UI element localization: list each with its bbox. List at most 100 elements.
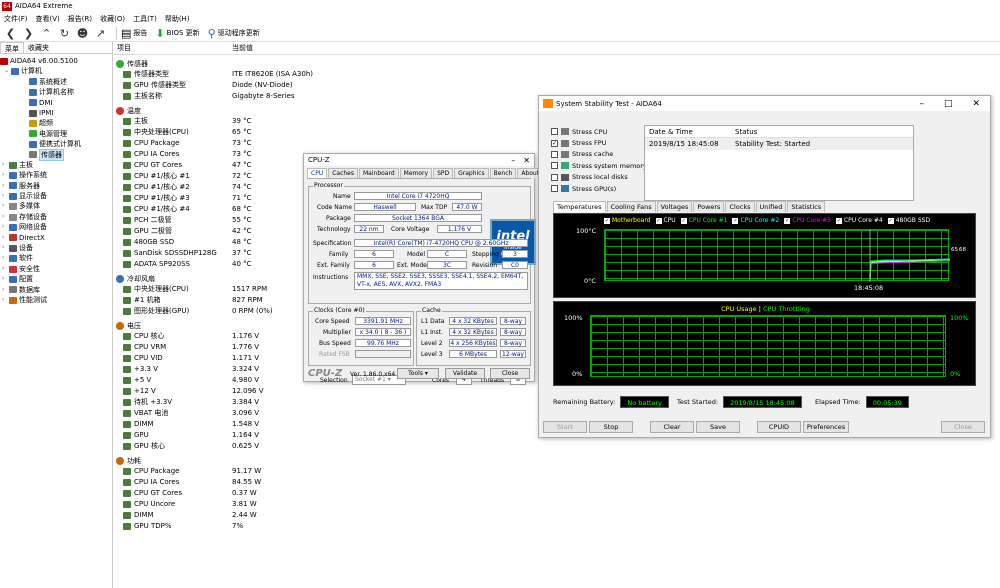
checkbox[interactable] — [551, 162, 558, 170]
graph-tab[interactable]: Temperatures — [553, 201, 606, 212]
cpuz-tab[interactable]: Memory — [399, 168, 433, 178]
user-icon[interactable]: ☻ — [76, 27, 89, 40]
legend-checkbox[interactable]: ✓ — [655, 217, 662, 224]
tree-item[interactable]: › 操作系统 — [0, 170, 112, 180]
sensor-row[interactable]: DIMM 2.44 W — [114, 510, 1000, 521]
status-header[interactable]: Status — [731, 126, 757, 137]
legend-checkbox[interactable]: ✓ — [887, 217, 894, 224]
expand-icon[interactable]: › — [2, 274, 9, 284]
datetime-header[interactable]: Date & Time — [645, 126, 731, 137]
back-icon[interactable]: ❮ — [4, 27, 17, 40]
tree-item[interactable]: › 主板 — [0, 160, 112, 170]
graph-tab[interactable]: Voltages — [656, 201, 693, 212]
report-button[interactable]: ▤ 报告 — [121, 27, 147, 40]
expand-icon[interactable]: › — [2, 160, 9, 170]
sensor-row[interactable]: GPU 核心 0.625 V — [114, 441, 1000, 452]
cpuz-tab[interactable]: SPD — [433, 168, 454, 178]
sensor-row[interactable]: GPU TDP% 7% — [114, 521, 1000, 532]
expand-icon[interactable]: › — [2, 233, 9, 243]
tree-item[interactable]: › 服务器 — [0, 181, 112, 191]
menu-favorites[interactable]: 收藏(O) — [100, 14, 125, 24]
graph-tab[interactable]: Unified — [755, 201, 787, 212]
legend-checkbox[interactable]: ✓ — [784, 217, 791, 224]
legend-checkbox[interactable]: ✓ — [835, 217, 842, 224]
expand-icon[interactable]: › — [2, 212, 9, 222]
column-value-header[interactable]: 当前值 — [232, 42, 253, 54]
graph-tab[interactable]: Cooling Fans — [606, 201, 656, 212]
legend-item[interactable]: ✓ 480GB SSD — [887, 217, 930, 224]
expand-icon[interactable]: › — [2, 222, 9, 232]
tree-item[interactable]: › 显示设备 — [0, 191, 112, 201]
cpuid-button[interactable]: CPUID — [757, 421, 801, 433]
minimize-icon[interactable]: – — [919, 99, 924, 109]
tree-root[interactable]: AIDA64 v6.00.5100 — [0, 56, 112, 66]
graph-tab[interactable]: Statistics — [787, 201, 826, 212]
tree-item[interactable]: 系统概述 — [0, 77, 112, 87]
tree-item[interactable]: › 性能测试 — [0, 295, 112, 305]
menu-report[interactable]: 报告(R) — [68, 14, 92, 24]
legend-item[interactable]: ✓ CPU Core #2 — [732, 217, 779, 224]
tree-item[interactable]: 电源管理 — [0, 129, 112, 139]
menu-file[interactable]: 文件(F) — [4, 14, 28, 24]
legend-item[interactable]: ✓ CPU Core #1 — [680, 217, 727, 224]
tree-item[interactable]: IPMI — [0, 108, 112, 118]
tree-item[interactable]: 计算机名称 — [0, 87, 112, 97]
expand-icon[interactable]: › — [2, 181, 9, 191]
tree-item[interactable]: › 安全性 — [0, 264, 112, 274]
tab-favorites[interactable]: 收藏夹 — [24, 42, 53, 53]
table-row[interactable]: 2019/8/15 18:45:08 Stability Test: Starte… — [645, 138, 913, 150]
expand-icon[interactable]: › — [2, 295, 9, 305]
cpuz-close-button[interactable]: Close — [490, 368, 530, 379]
legend-checkbox[interactable]: ✓ — [732, 217, 739, 224]
expand-icon[interactable]: › — [2, 264, 9, 274]
tree-item[interactable]: › 数据库 — [0, 285, 112, 295]
refresh-icon[interactable]: ↻ — [58, 27, 71, 40]
bios-update-button[interactable]: ⬇ BIOS 更新 — [155, 27, 199, 40]
validate-button[interactable]: Validate — [445, 368, 485, 379]
up-icon[interactable]: ⌃ — [40, 27, 53, 40]
sensor-row[interactable]: GPU 传感器类型 Diode (NV-Diode) — [114, 80, 1000, 91]
legend-item[interactable]: ✓ CPU — [655, 217, 676, 224]
start-button[interactable]: Start — [543, 421, 587, 433]
tree-item[interactable]: › 配置 — [0, 274, 112, 284]
save-button[interactable]: Save — [696, 421, 740, 433]
stress-option[interactable]: Stress local disks — [551, 172, 647, 183]
tree-item[interactable]: › 网络设备 — [0, 222, 112, 232]
checkbox[interactable] — [551, 173, 558, 181]
cpuz-tab[interactable]: Bench — [489, 168, 517, 178]
tree-item[interactable]: ⌄ 计算机 — [0, 66, 112, 76]
tree-item[interactable]: DMI — [0, 98, 112, 108]
legend-checkbox[interactable]: ✓ — [604, 217, 610, 224]
chart-icon[interactable]: ↗ — [94, 27, 107, 40]
clear-button[interactable]: Clear — [650, 421, 694, 433]
expand-icon[interactable]: › — [2, 201, 9, 211]
expand-icon[interactable]: › — [2, 243, 9, 253]
sensor-row[interactable]: CPU GT Cores 0.37 W — [114, 488, 1000, 499]
tree-item[interactable]: › 多媒体 — [0, 201, 112, 211]
checkbox[interactable] — [551, 185, 558, 193]
forward-icon[interactable]: ❯ — [22, 27, 35, 40]
tree-item[interactable]: 传感器 — [0, 148, 112, 161]
stress-option[interactable]: Stress system memory — [551, 160, 647, 171]
sst-close-button[interactable]: Close — [941, 421, 985, 433]
sensor-row[interactable]: CPU IA Cores 84.55 W — [114, 477, 1000, 488]
tree-item[interactable]: › 设备 — [0, 243, 112, 253]
sensor-row[interactable]: CPU Package 91.17 W — [114, 466, 1000, 477]
column-item-header[interactable]: 项目 — [114, 42, 232, 54]
cpuz-tab[interactable]: Caches — [328, 168, 358, 178]
tools-button[interactable]: Tools ▾ — [397, 368, 439, 379]
checkbox[interactable] — [551, 128, 558, 136]
graph-tab[interactable]: Powers — [693, 201, 725, 212]
menu-view[interactable]: 查看(V) — [36, 14, 60, 24]
tab-menu[interactable]: 菜单 — [0, 42, 24, 53]
checkbox[interactable]: ✓ — [551, 139, 558, 147]
preferences-button[interactable]: Preferences — [803, 421, 849, 433]
close-icon[interactable]: ✕ — [523, 156, 530, 165]
stop-button[interactable]: Stop — [589, 421, 633, 433]
cpuz-tab[interactable]: Graphics — [454, 168, 489, 178]
graph-tab[interactable]: Clocks — [725, 201, 755, 212]
minimize-icon[interactable]: – — [511, 156, 515, 165]
expand-icon[interactable]: › — [2, 285, 9, 295]
menu-tools[interactable]: 工具(T) — [133, 14, 157, 24]
expand-icon[interactable]: › — [2, 253, 9, 263]
